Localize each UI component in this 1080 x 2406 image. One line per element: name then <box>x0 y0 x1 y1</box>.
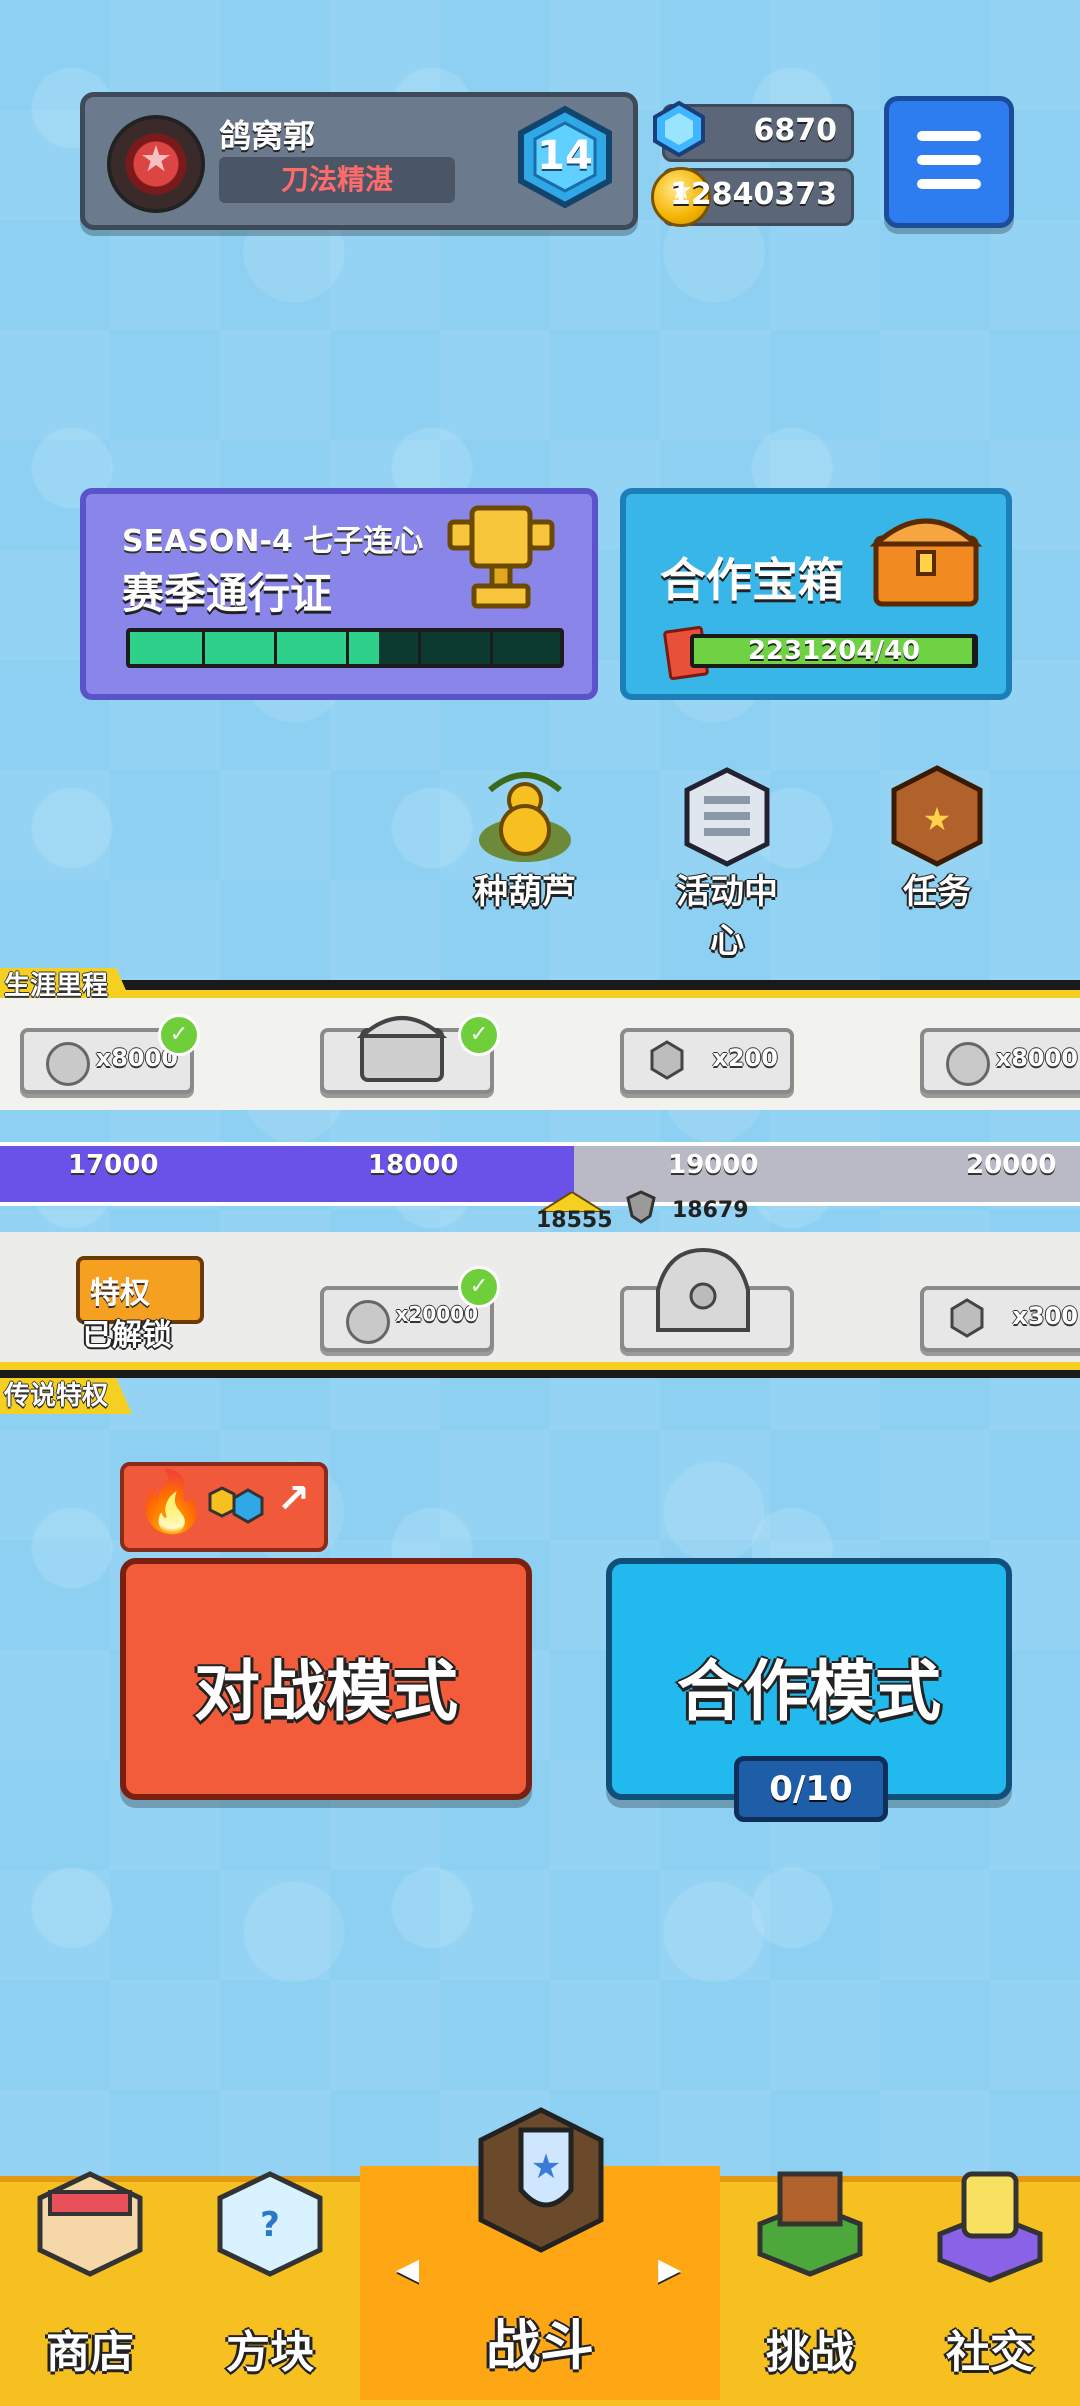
coop-attempts-counter: 0/10 <box>734 1756 888 1822</box>
coop-chest-title: 合作宝箱 <box>660 553 844 607</box>
menu-icon-bar <box>917 179 981 189</box>
legend-tag: 传说特权 <box>0 1378 133 1414</box>
nav-social-label: 社交 <box>946 2327 1034 2378</box>
nav-blocks[interactable]: ? 方块 <box>180 2160 360 2400</box>
coop-chest-card[interactable]: 合作宝箱 2231204/40 <box>620 488 1012 700</box>
career-reward-gem[interactable]: x200 <box>620 1028 794 1094</box>
season-progress-bar <box>126 628 564 668</box>
activity-center-button[interactable]: 活动中心 <box>662 760 792 962</box>
fire-icon: 🔥 <box>134 1467 209 1537</box>
season-pass-title: 赛季通行证 <box>122 569 333 618</box>
nav-social[interactable]: 社交 <box>900 2160 1080 2400</box>
claimed-check-icon: ✓ <box>158 1014 200 1056</box>
trophy-tick: 18000 <box>368 1150 459 1180</box>
gourd-icon <box>479 772 571 862</box>
coop-mode-label: 合作模式 <box>677 1653 941 1730</box>
silver-gem-icon <box>650 1040 684 1080</box>
svg-text:?: ? <box>260 2205 280 2245</box>
reward-amount: x20000 <box>395 1302 478 1326</box>
silver-gem-icon <box>950 1298 984 1338</box>
silver-chest-icon <box>356 1016 448 1082</box>
trophy-tick: 20000 <box>966 1150 1057 1180</box>
nav-battle-label: 战斗 <box>486 2314 594 2377</box>
privilege-badge-text: 特权 <box>90 1276 150 1311</box>
gem-stack-icon <box>208 1486 264 1524</box>
svg-text:★: ★ <box>531 2147 561 2187</box>
battle-mode-label: 对战模式 <box>194 1653 458 1730</box>
coin-counter[interactable]: 12840373 <box>651 167 854 227</box>
main-menu-button[interactable] <box>884 96 1014 228</box>
battle-shield-icon: ★ <box>478 2107 604 2253</box>
rank-badge[interactable]: 14 <box>513 105 617 209</box>
claimed-check-icon: ✓ <box>458 1266 500 1308</box>
reward-amount: x8000 <box>995 1044 1078 1072</box>
dragon-chest-icon <box>656 1247 750 1332</box>
legend-privilege-reward[interactable]: 特权 已解锁 <box>72 1256 204 1353</box>
nav-next-arrow-icon[interactable]: ▶ <box>658 2252 681 2287</box>
coop-progress-text: 2231204/40 <box>747 636 921 666</box>
nav-challenge[interactable]: 挑战 <box>720 2160 900 2400</box>
nav-shop[interactable]: 商店 <box>0 2160 180 2400</box>
silver-coin-icon <box>46 1042 90 1086</box>
social-icon <box>937 2171 1043 2283</box>
nav-prev-arrow-icon[interactable]: ◀ <box>396 2252 419 2287</box>
activity-center-label: 活动中心 <box>676 872 778 961</box>
season-subtitle: SEASON-4 七子连心 <box>122 524 424 559</box>
reward-amount: x200 <box>712 1044 778 1072</box>
gem-icon <box>653 101 705 157</box>
trophy-icon <box>447 505 555 609</box>
career-reward-coin[interactable]: x8000 <box>920 1028 1080 1094</box>
coin-count: 12840373 <box>670 177 837 212</box>
max-trophies: 18679 <box>672 1198 749 1223</box>
trophy-tick: 17000 <box>68 1150 159 1180</box>
nav-shop-label: 商店 <box>46 2327 134 2378</box>
unlocked-label: 已解锁 <box>82 1318 172 1353</box>
gourd-label: 种葫芦 <box>474 872 576 912</box>
quest-label: 任务 <box>903 872 971 912</box>
career-reward-gem[interactable]: x300 <box>920 1286 1080 1352</box>
gem-counter[interactable]: 6870 <box>653 101 854 162</box>
silver-coin-icon <box>946 1042 990 1086</box>
player-profile-card[interactable]: 鸽窝郭 刀法精湛 14 <box>80 92 638 230</box>
challenge-sign-icon <box>757 2171 863 2277</box>
claimed-check-icon: ✓ <box>458 1014 500 1056</box>
battle-mode-button[interactable]: 对战模式 <box>120 1558 532 1800</box>
menu-icon-bar <box>917 155 981 165</box>
reward-amount: x300 <box>1012 1302 1078 1330</box>
quest-book-icon: ★ <box>891 765 983 867</box>
nav-blocks-label: 方块 <box>226 2327 314 2378</box>
player-name: 鸽窝郭 <box>219 117 316 155</box>
season-pass-card[interactable]: SEASON-4 七子连心 赛季通行证 <box>80 488 598 700</box>
season-progress-fill <box>130 632 380 664</box>
treasure-chest-icon <box>869 518 983 607</box>
svg-text:★: ★ <box>923 800 952 838</box>
coop-progress-bar: 2231204/40 <box>690 634 978 668</box>
career-milestone-track: 生涯里程 x8000 ✓ ✓ x200 x8000 17000 18000 19… <box>0 968 1080 1414</box>
streak-perk-badge[interactable]: 🔥 ↗ <box>120 1462 328 1552</box>
current-trophies: 18555 <box>536 1208 613 1233</box>
shop-icon <box>37 2171 143 2277</box>
avatar[interactable] <box>107 115 205 213</box>
quest-button[interactable]: ★ 任务 <box>872 760 1002 913</box>
career-reward-dragon-chest[interactable] <box>620 1247 794 1352</box>
trophy-tick: 19000 <box>668 1150 759 1180</box>
gourd-button[interactable]: 种葫芦 <box>460 760 590 913</box>
coop-mode-button[interactable]: 合作模式 0/10 <box>606 1558 1012 1822</box>
activity-center-icon <box>684 767 770 867</box>
rank-level: 14 <box>537 133 593 179</box>
best-trophy-icon <box>626 1190 656 1224</box>
nav-challenge-label: 挑战 <box>766 2327 854 2378</box>
gem-count: 6870 <box>753 113 838 148</box>
silver-coin-icon <box>346 1300 390 1344</box>
player-title: 刀法精湛 <box>219 157 455 203</box>
nav-battle[interactable]: ★ 战斗 <box>450 2100 630 2400</box>
menu-icon-bar <box>917 131 981 141</box>
upgrade-arrow-icon: ↗ <box>276 1476 310 1522</box>
dice-box-icon: ? <box>217 2171 323 2277</box>
